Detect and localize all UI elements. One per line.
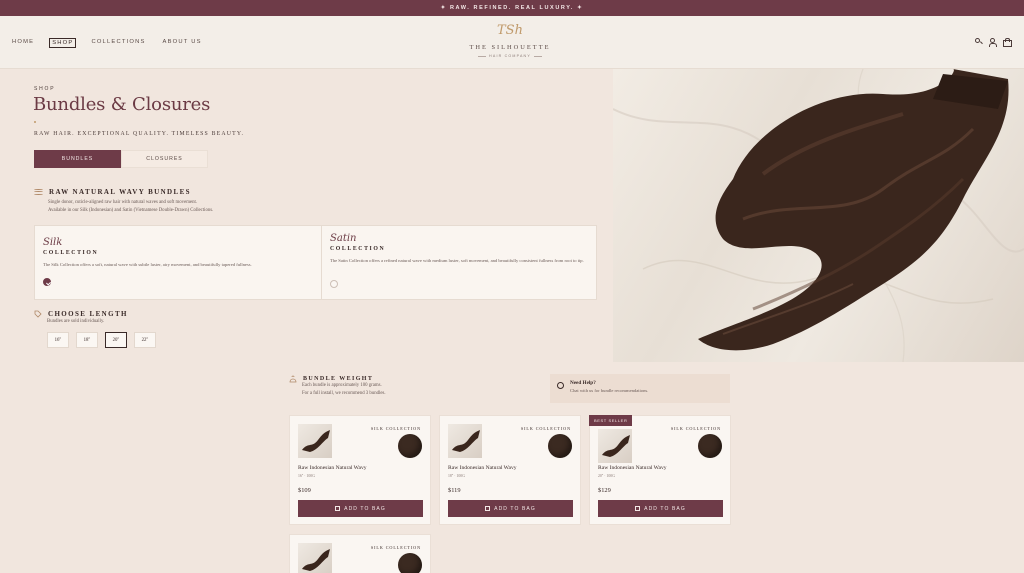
collection-selector: Silk COLLECTION The Silk Collection offe… bbox=[34, 225, 597, 300]
account-icon[interactable] bbox=[988, 38, 997, 47]
product-card[interactable]: SILK COLLECTION Raw Indonesian Natural W… bbox=[289, 415, 431, 525]
tab-closures[interactable]: CLOSURES bbox=[121, 150, 208, 168]
add-to-bag-label: ADD TO BAG bbox=[344, 505, 386, 512]
color-swatch bbox=[398, 553, 422, 573]
collection-silk-label: COLLECTION bbox=[43, 250, 99, 256]
product-price: $109 bbox=[298, 487, 311, 494]
title-ornament bbox=[34, 121, 36, 123]
collection-silk-name: Silk bbox=[43, 237, 63, 248]
page-eyebrow: SHOP bbox=[34, 86, 56, 92]
best-seller-badge: BEST SELLER bbox=[589, 415, 633, 426]
product-thumbnail bbox=[298, 424, 332, 458]
site-header: HOME SHOP COLLECTIONS ABOUT US TSh THE S… bbox=[0, 16, 1024, 69]
bag-icon bbox=[635, 506, 641, 511]
product-name: Raw Indonesian Natural Wavy bbox=[298, 465, 367, 471]
add-to-bag-button[interactable]: ADD TO BAG bbox=[448, 500, 573, 517]
hero-hair-illustration bbox=[613, 69, 1024, 362]
nav-about-us[interactable]: ABOUT US bbox=[161, 38, 204, 48]
collection-silk-desc: The Silk Collection offers a soft, natur… bbox=[43, 262, 252, 267]
product-name: Raw Indonesian Natural Wavy bbox=[448, 465, 517, 471]
collection-option-satin[interactable]: Satin COLLECTION The Satin Collection of… bbox=[321, 226, 608, 299]
add-to-bag-button[interactable]: ADD TO BAG bbox=[298, 500, 423, 517]
length-option-22[interactable]: 22" bbox=[134, 332, 156, 348]
wave-icon bbox=[34, 188, 43, 196]
product-card[interactable]: BEST SELLER SILK COLLECTION Raw Indonesi… bbox=[589, 415, 731, 525]
weight-desc-line-2: For a full install, we recommend 3 bundl… bbox=[302, 391, 386, 396]
weight-desc-line-1: Each bundle is approximately 100 grams. bbox=[302, 383, 382, 388]
site-logo[interactable]: TSh THE SILHOUETTE HAIR COMPANY bbox=[462, 23, 558, 59]
help-title: Need Help? bbox=[570, 380, 596, 386]
tab-bundles[interactable]: BUNDLES bbox=[34, 150, 121, 168]
nav-shop[interactable]: SHOP bbox=[49, 38, 77, 48]
length-option-18[interactable]: 18" bbox=[76, 332, 98, 348]
scale-icon bbox=[289, 375, 297, 383]
product-meta: 16" · 100G bbox=[298, 474, 315, 478]
product-thumbnail bbox=[598, 429, 632, 463]
color-swatch bbox=[398, 434, 422, 458]
product-thumbnail bbox=[298, 543, 332, 573]
product-collection: SILK COLLECTION bbox=[670, 426, 721, 431]
logo-monogram: TSh bbox=[497, 23, 523, 38]
page-tagline: RAW HAIR. EXCEPTIONAL QUALITY. TIMELESS … bbox=[34, 131, 245, 137]
length-section-header: CHOOSE LENGTH bbox=[34, 310, 128, 318]
header-icons bbox=[975, 38, 1012, 47]
color-swatch bbox=[548, 434, 572, 458]
collection-satin-desc: The Satin Collection offers a refined na… bbox=[330, 258, 584, 263]
collection-silk-radio[interactable] bbox=[43, 278, 51, 286]
bag-icon bbox=[485, 506, 491, 511]
product-name: Raw Indonesian Natural Wavy bbox=[598, 465, 667, 471]
bag-icon bbox=[335, 506, 341, 511]
product-collection: SILK COLLECTION bbox=[370, 426, 421, 431]
product-thumbnail bbox=[448, 424, 482, 458]
hero-hair-image bbox=[613, 69, 1024, 362]
announcement-text: ✦ RAW. REFINED. REAL LUXURY. ✦ bbox=[440, 5, 584, 11]
help-sub: Chat with us for bundle recommendations. bbox=[570, 388, 649, 393]
nav-home[interactable]: HOME bbox=[10, 38, 36, 48]
product-meta: 18" · 100G bbox=[448, 474, 465, 478]
wavy-desc-line-1: Single donor, cuticle-aligned raw hair w… bbox=[48, 200, 198, 205]
product-price: $119 bbox=[448, 487, 461, 494]
wavy-section-title: RAW NATURAL WAVY BUNDLES bbox=[49, 188, 191, 196]
collection-option-silk[interactable]: Silk COLLECTION The Silk Collection offe… bbox=[35, 226, 321, 299]
search-icon[interactable] bbox=[975, 38, 980, 43]
add-to-bag-button[interactable]: ADD TO BAG bbox=[598, 500, 723, 517]
product-meta: 20" · 100G bbox=[598, 474, 615, 478]
length-section-sub: Bundles are sold individually. bbox=[47, 319, 105, 324]
collection-satin-name: Satin bbox=[330, 233, 357, 244]
length-section-title: CHOOSE LENGTH bbox=[48, 310, 128, 318]
length-option-16[interactable]: 16" bbox=[47, 332, 69, 348]
product-collection: SILK COLLECTION bbox=[370, 545, 421, 550]
chat-icon bbox=[557, 382, 564, 389]
logo-title: THE SILHOUETTE bbox=[469, 44, 551, 51]
product-collection: SILK COLLECTION bbox=[520, 426, 571, 431]
length-option-20[interactable]: 20" bbox=[105, 332, 127, 348]
announcement-bar: ✦ RAW. REFINED. REAL LUXURY. ✦ bbox=[0, 0, 1024, 16]
color-swatch bbox=[698, 434, 722, 458]
weight-section-desc: Each bundle is approximately 100 grams. … bbox=[302, 382, 386, 398]
add-to-bag-label: ADD TO BAG bbox=[644, 505, 686, 512]
tag-icon bbox=[34, 310, 42, 318]
main-nav: HOME SHOP COLLECTIONS ABOUT US bbox=[10, 38, 204, 48]
wavy-section-header: RAW NATURAL WAVY BUNDLES bbox=[34, 188, 191, 196]
collection-satin-radio[interactable] bbox=[330, 280, 338, 288]
add-to-bag-label: ADD TO BAG bbox=[494, 505, 536, 512]
product-price: $129 bbox=[598, 487, 611, 494]
bag-icon[interactable] bbox=[1003, 38, 1012, 47]
collection-satin-label: COLLECTION bbox=[330, 246, 386, 252]
wavy-section-desc: Single donor, cuticle-aligned raw hair w… bbox=[48, 199, 213, 215]
nav-collections[interactable]: COLLECTIONS bbox=[89, 38, 147, 48]
help-box[interactable]: Need Help? Chat with us for bundle recom… bbox=[550, 374, 730, 403]
logo-subtitle: HAIR COMPANY bbox=[462, 54, 558, 58]
wavy-desc-line-2: Available in our Silk (Indonesian) and S… bbox=[48, 208, 214, 213]
page-title: Bundles & Closures bbox=[33, 94, 211, 115]
product-card[interactable]: SILK COLLECTION bbox=[289, 534, 431, 573]
product-card[interactable]: SILK COLLECTION Raw Indonesian Natural W… bbox=[439, 415, 581, 525]
